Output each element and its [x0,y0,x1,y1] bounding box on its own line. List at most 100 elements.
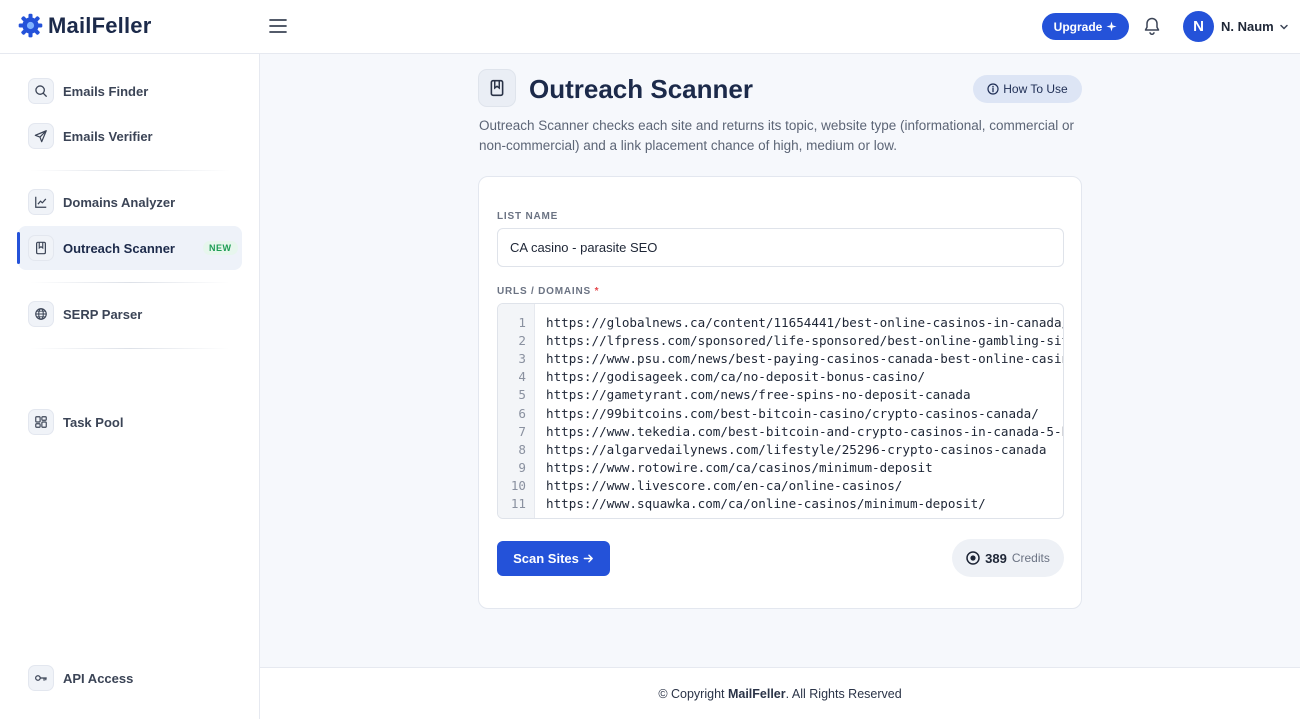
bookmark-icon [28,235,54,261]
credits-label: Credits [1011,551,1050,565]
bookmark-icon [490,79,504,97]
sidebar-item-emails-verifier[interactable]: Emails Verifier [18,114,242,158]
line-number: 9 [518,459,526,475]
line-number: 2 [518,333,526,349]
copyright-suffix: . All Rights Reserved [785,687,902,701]
sidebar: Emails Finder Emails Verifier Domains An… [0,54,260,719]
page-title: Outreach Scanner [529,74,753,104]
line-number: 10 [510,477,526,493]
editor-line: 8 https://algarvedailynews.com/lifestyle/… [498,441,1063,459]
list-name-input[interactable] [497,228,1064,267]
list-name-label: LIST NAME [497,211,559,222]
page-description: Outreach Scanner checks each site and re… [479,118,1075,153]
sparkle-icon [1106,21,1117,32]
chart-line-icon [28,189,54,215]
sidebar-item-label: Outreach Scanner [63,240,175,256]
line-number: 8 [518,441,526,457]
app-name: MailFeller [48,12,152,38]
search-icon [28,78,54,104]
info-icon [987,83,999,95]
urls-editor[interactable]: 1 https://globalnews.ca/content/11654441/… [497,303,1064,519]
upgrade-button[interactable]: Upgrade [1042,13,1129,40]
editor-line: 11 https://www.squawka.com/ca/online-casi… [498,495,1063,513]
line-number: 7 [518,423,526,439]
line-number: 1 [518,315,526,330]
new-badge: NEW [203,241,238,255]
required-marker: * [594,286,600,297]
sidebar-item-label: Emails Finder [63,83,149,99]
url-text: https://lfpress.com/sponsored/life-spons… [546,333,1064,349]
bell-icon [1144,17,1160,36]
copyright-brand: MailFeller [727,687,786,701]
sidebar-divider [30,170,230,171]
page-header-icon [478,69,516,107]
url-text: https://globalnews.ca/content/11654441/b… [546,315,1064,330]
editor-line: 10 https://www.livescore.com/en-ca/online… [498,477,1063,495]
url-text: https://www.livescore.com/en-ca/online-c… [546,477,903,493]
credits-value: 389 [985,550,1007,566]
copyright-text: © Copyright MailFeller. All Rights Reser… [260,687,1300,701]
sidebar-item-label: API Access [63,670,134,686]
copyright-prefix: © Copyright [658,687,728,701]
sidebar-item-task-pool[interactable]: Task Pool [18,400,242,444]
how-to-use-label: How To Use [1003,82,1068,96]
editor-line: 9 https://www.rotowire.com/ca/casinos/min… [498,459,1063,477]
sidebar-item-api-access[interactable]: API Access [18,656,242,700]
sidebar-item-label: Domains Analyzer [63,194,176,210]
user-name: N. Naum [1221,19,1274,34]
line-number: 3 [518,351,526,367]
line-number: 11 [510,496,526,511]
grid-icon [28,409,54,435]
url-text: https://99bitcoins.com/best-bitcoin-casi… [546,405,1039,421]
user-menu[interactable]: N. Naum [1221,19,1289,34]
editor-line: 1 https://globalnews.ca/content/11654441/… [498,314,1064,332]
avatar[interactable]: N [1183,11,1214,42]
url-text: https://www.squawka.com/ca/online-casino… [546,496,986,511]
urls-label: URLS / DOMAINS * [497,286,599,297]
scan-sites-label: Scan Sites [513,551,579,566]
url-text: https://godisageek.com/ca/no-deposit-bon… [546,369,926,385]
url-text: https://gametyrant.com/news/free-spins-n… [546,387,971,403]
editor-line: 7 https://www.tekedia.com/best-bitcoin-an… [498,423,1064,441]
top-header: MailFeller Upgrade N N. Naum [0,0,1300,54]
editor-line: 6 https://99bitcoins.com/best-bitcoin-cas… [498,405,1063,423]
upgrade-label: Upgrade [1053,19,1103,34]
send-icon [28,123,54,149]
sidebar-divider [30,348,230,349]
urls-label-text: URLS / DOMAINS [497,286,591,297]
url-text: https://www.rotowire.com/ca/casinos/mini… [546,459,933,475]
line-number: 5 [518,387,526,403]
gear-logo-icon [18,13,43,38]
sidebar-item-label: SERP Parser [63,306,143,322]
editor-line: 2 https://lfpress.com/sponsored/life-spon… [498,332,1064,350]
chevron-down-icon [1279,24,1288,30]
url-text: https://www.tekedia.com/best-bitcoin-and… [546,423,1064,439]
line-number: 4 [518,369,526,385]
sidebar-item-emails-finder[interactable]: Emails Finder [18,69,242,113]
scanner-form-card: LIST NAME URLS / DOMAINS * 1 https://glob… [478,176,1082,609]
url-text: https://algarvedailynews.com/lifestyle/2… [546,441,1047,457]
sidebar-divider [30,282,230,283]
credits-indicator: 389 Credits [952,539,1064,577]
coin-icon [966,551,980,565]
scan-sites-button[interactable]: Scan Sites [497,541,610,576]
app-logo[interactable]: MailFeller [17,12,151,39]
sidebar-item-serp-parser[interactable]: SERP Parser [18,292,242,336]
url-text: https://www.psu.com/news/best-paying-cas… [546,351,1064,367]
sidebar-item-outreach-scanner[interactable]: Outreach Scanner NEW [17,226,242,270]
line-number: 6 [518,405,526,421]
menu-icon [269,19,287,33]
sidebar-item-domains-analyzer[interactable]: Domains Analyzer [18,180,242,224]
editor-line: 4 https://godisageek.com/ca/no-deposit-bo… [498,368,1063,386]
key-icon [28,665,54,691]
sidebar-item-label: Emails Verifier [63,128,153,144]
footer: © Copyright MailFeller. All Rights Reser… [260,667,1300,719]
hamburger-menu-button[interactable] [268,16,288,36]
globe-icon [28,301,54,327]
editor-line: 3 https://www.psu.com/news/best-paying-ca… [498,350,1064,368]
sidebar-item-label: Task Pool [63,414,124,430]
arrow-right-icon [583,554,593,563]
editor-line: 5 https://gametyrant.com/news/free-spins-… [498,386,1063,404]
how-to-use-button[interactable]: How To Use [973,75,1082,103]
notifications-button[interactable] [1142,16,1162,36]
